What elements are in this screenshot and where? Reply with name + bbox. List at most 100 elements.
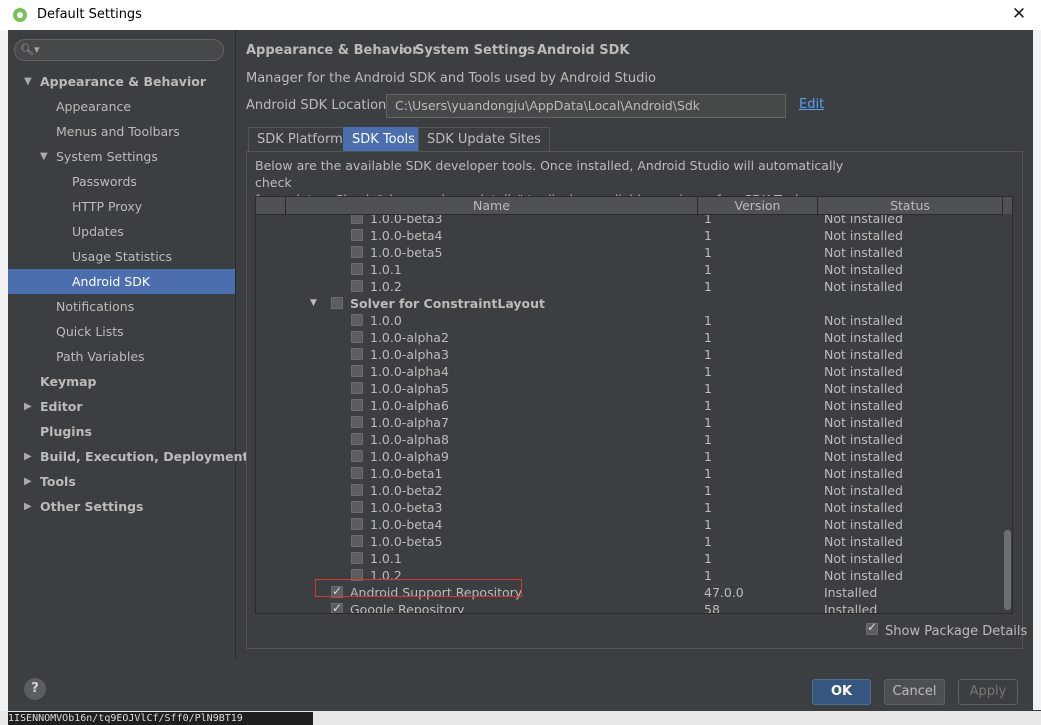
row-checkbox[interactable] bbox=[351, 484, 363, 496]
collapse-arrow-icon[interactable]: ▶ bbox=[24, 469, 32, 494]
expand-arrow-icon[interactable]: ▼ bbox=[310, 295, 317, 312]
row-checkbox[interactable] bbox=[351, 314, 363, 326]
table-row[interactable]: 1.0.0-beta4 1 Not installed bbox=[256, 516, 1002, 533]
row-checkbox[interactable] bbox=[351, 467, 363, 479]
expand-arrow-icon[interactable]: ▼ bbox=[24, 69, 32, 94]
table-row[interactable]: 1.0.0-alpha4 1 Not installed bbox=[256, 363, 1002, 380]
collapse-arrow-icon[interactable]: ▶ bbox=[24, 494, 32, 519]
table-row[interactable]: 1.0.0-beta3 1 Not installed bbox=[256, 499, 1002, 516]
table-row[interactable]: 1.0.0-alpha7 1 Not installed bbox=[256, 414, 1002, 431]
table-row[interactable]: 1.0.0-beta5 1 Not installed bbox=[256, 533, 1002, 550]
sidebar-item[interactable]: ▶ Tools bbox=[8, 469, 235, 494]
column-header-version[interactable]: Version bbox=[698, 197, 818, 214]
sidebar-item[interactable]: Keymap bbox=[8, 369, 235, 394]
sidebar-item[interactable]: ▶ Other Settings bbox=[8, 494, 235, 519]
column-header-status[interactable]: Status bbox=[818, 197, 1003, 214]
row-version: 1 bbox=[704, 364, 712, 379]
row-checkbox[interactable] bbox=[351, 229, 363, 241]
tab-sdk-tools[interactable]: SDK Tools bbox=[343, 127, 424, 151]
table-row[interactable]: 1.0.0-alpha8 1 Not installed bbox=[256, 431, 1002, 448]
sidebar-item[interactable]: Updates bbox=[8, 219, 235, 244]
edit-location-link[interactable]: Edit bbox=[799, 97, 824, 112]
sidebar-item[interactable]: Plugins bbox=[8, 419, 235, 444]
row-version: 1 bbox=[704, 330, 712, 345]
sidebar-item[interactable]: HTTP Proxy bbox=[8, 194, 235, 219]
table-row[interactable]: 1.0.2 1 Not installed bbox=[256, 278, 1002, 295]
table-row[interactable]: 1.0.1 1 Not installed bbox=[256, 550, 1002, 567]
row-status: Not installed bbox=[824, 466, 903, 481]
table-row[interactable]: 1.0.0-beta2 1 Not installed bbox=[256, 482, 1002, 499]
row-checkbox[interactable] bbox=[351, 382, 363, 394]
row-checkbox[interactable] bbox=[331, 297, 343, 309]
sidebar-item[interactable]: Path Variables bbox=[8, 344, 235, 369]
sidebar-item[interactable]: Quick Lists bbox=[8, 319, 235, 344]
sidebar-item[interactable]: Passwords bbox=[8, 169, 235, 194]
apply-button[interactable]: Apply bbox=[958, 679, 1018, 705]
cancel-button[interactable]: Cancel bbox=[884, 679, 945, 705]
table-row[interactable]: 1.0.0-beta4 1 Not installed bbox=[256, 227, 1002, 244]
row-version: 1 bbox=[704, 279, 712, 294]
row-checkbox[interactable] bbox=[351, 433, 363, 445]
row-version: 1 bbox=[704, 500, 712, 515]
row-checkbox[interactable] bbox=[351, 348, 363, 360]
expand-arrow-icon[interactable]: ▼ bbox=[40, 144, 48, 169]
column-header-name[interactable]: Name bbox=[286, 197, 698, 214]
sidebar-item[interactable]: ▼ System Settings bbox=[8, 144, 235, 169]
table-row[interactable]: 1.0.0-alpha6 1 Not installed bbox=[256, 397, 1002, 414]
row-checkbox[interactable] bbox=[351, 416, 363, 428]
row-checkbox[interactable] bbox=[331, 600, 343, 613]
sidebar-item[interactable]: Android SDK bbox=[8, 269, 235, 294]
row-checkbox[interactable] bbox=[351, 501, 363, 513]
tab-sdk-platforms[interactable]: SDK Platforms bbox=[248, 127, 359, 151]
row-version: 1 bbox=[704, 313, 712, 328]
row-checkbox[interactable] bbox=[351, 263, 363, 275]
sidebar-item[interactable]: Appearance bbox=[8, 94, 235, 119]
table-row[interactable]: 1.0.0 1 Not installed bbox=[256, 312, 1002, 329]
row-checkbox[interactable] bbox=[351, 246, 363, 258]
table-row[interactable]: 1.0.0-alpha5 1 Not installed bbox=[256, 380, 1002, 397]
table-row[interactable]: 1.0.0-beta5 1 Not installed bbox=[256, 244, 1002, 261]
row-checkbox[interactable] bbox=[351, 450, 363, 462]
table-scrollbar-thumb[interactable] bbox=[1004, 530, 1011, 610]
table-row[interactable]: 1.0.1 1 Not installed bbox=[256, 261, 1002, 278]
row-checkbox[interactable] bbox=[351, 535, 363, 547]
row-status: Not installed bbox=[824, 381, 903, 396]
sdk-location-field[interactable]: C:\Users\yuandongju\AppData\Local\Androi… bbox=[386, 94, 786, 118]
row-checkbox[interactable] bbox=[351, 552, 363, 564]
row-status: Installed bbox=[824, 602, 878, 614]
row-version: 1 bbox=[704, 262, 712, 277]
table-row[interactable]: 1.0.0-alpha3 1 Not installed bbox=[256, 346, 1002, 363]
ok-button[interactable]: OK bbox=[812, 679, 871, 705]
table-row[interactable]: 1.0.0-beta1 1 Not installed bbox=[256, 465, 1002, 482]
row-version: 1 bbox=[704, 517, 712, 532]
table-row[interactable]: 1.0.0-alpha9 1 Not installed bbox=[256, 448, 1002, 465]
row-version: 1 bbox=[704, 449, 712, 464]
sidebar-item[interactable]: ▶ Build, Execution, Deployment bbox=[8, 444, 248, 469]
row-version: 1 bbox=[704, 432, 712, 447]
sidebar-item[interactable]: Notifications bbox=[8, 294, 235, 319]
row-status: Not installed bbox=[824, 500, 903, 515]
table-row[interactable]: 1.0.0-alpha2 1 Not installed bbox=[256, 329, 1002, 346]
row-checkbox[interactable] bbox=[351, 331, 363, 343]
collapse-arrow-icon[interactable]: ▶ bbox=[24, 444, 32, 469]
tab-sdk-update-sites[interactable]: SDK Update Sites bbox=[418, 127, 550, 151]
sidebar-item-label: Keymap bbox=[40, 374, 97, 389]
row-name: 1.0.0-beta5 bbox=[370, 534, 443, 549]
row-checkbox[interactable] bbox=[351, 399, 363, 411]
row-name: Solver for ConstraintLayout bbox=[350, 296, 546, 311]
sidebar-item[interactable]: Menus and Toolbars bbox=[8, 119, 235, 144]
sidebar-item[interactable]: ▼ Appearance & Behavior bbox=[8, 69, 235, 94]
table-group-row[interactable]: ▼ Solver for ConstraintLayout bbox=[256, 295, 1002, 312]
collapse-arrow-icon[interactable]: ▶ bbox=[24, 394, 32, 419]
background-text: 1ISENNOMVOb16n/tq9EOJVlCf/Sff0/PlN9BT19 bbox=[8, 712, 313, 725]
search-input[interactable]: 🔍︎▾ bbox=[14, 39, 224, 61]
row-checkbox[interactable] bbox=[351, 518, 363, 530]
help-icon[interactable]: ? bbox=[24, 678, 46, 700]
sidebar-item[interactable]: Usage Statistics bbox=[8, 244, 235, 269]
table-row[interactable]: Google Repository 58 Installed bbox=[256, 600, 1002, 614]
sidebar-item[interactable]: ▶ Editor bbox=[8, 394, 235, 419]
close-icon[interactable]: ✕ bbox=[1008, 3, 1030, 25]
show-package-details-checkbox[interactable] bbox=[866, 620, 878, 635]
row-checkbox[interactable] bbox=[351, 365, 363, 377]
row-checkbox[interactable] bbox=[351, 280, 363, 292]
